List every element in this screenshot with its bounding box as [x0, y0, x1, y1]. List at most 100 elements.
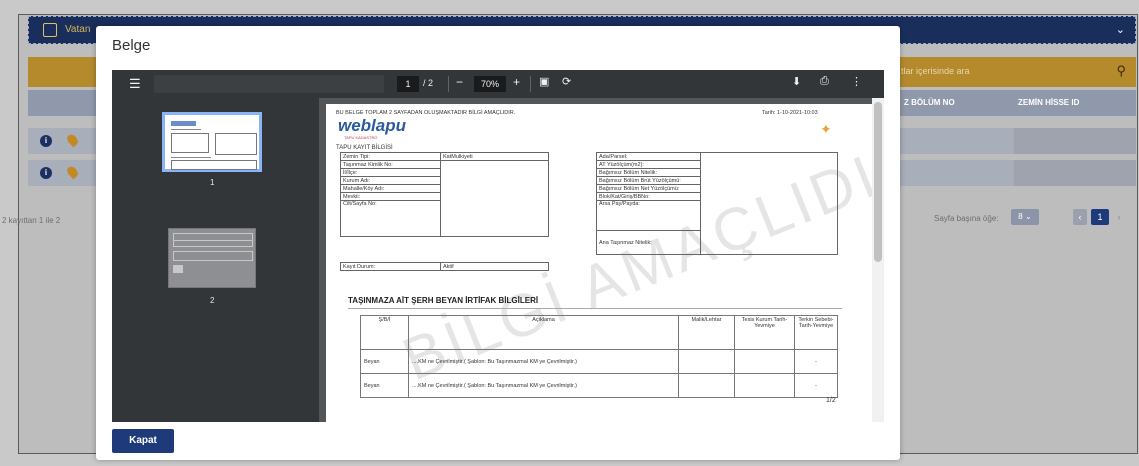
- location-pin-icon[interactable]: [65, 132, 80, 148]
- table-header-row: Ş/B/İ Açıklama Malik/Lehtar Tesis Kurum …: [360, 315, 838, 350]
- divider: [348, 308, 842, 309]
- row-tesis: [734, 349, 795, 374]
- record-count: 2 kayıttan 1 ile 2: [2, 216, 61, 225]
- field-label: Cilt/Sayfa No:: [340, 200, 441, 237]
- pdf-viewer: ☰ 1 / 2 − 70% + ▣ ⟳ ⬇ ⎙ ⋮ 1 2 BİLGİ AMAÇ…: [112, 70, 884, 422]
- field-row: Zemin Tipi: KatMulkiyeti: [340, 152, 549, 161]
- section-title: TAPU KAYIT BİLGİSİ: [336, 145, 393, 151]
- page-number-input[interactable]: 1: [397, 76, 419, 92]
- pdf-toolbar: ☰ 1 / 2 − 70% + ▣ ⟳ ⬇ ⎙ ⋮: [112, 70, 884, 98]
- info-icon[interactable]: i: [40, 167, 52, 179]
- field-label: Arsa Pay/Payda:: [596, 200, 701, 231]
- field-label: Taşınmaz Kimlik No:: [340, 160, 441, 169]
- more-options-icon[interactable]: ⋮: [851, 75, 862, 88]
- property-info-right: Ada/Parsel: AT Yüzölçüm(m2): Bağımsız Bö…: [596, 152, 838, 255]
- next-page-button[interactable]: ›: [1113, 209, 1125, 225]
- logo-subtitle: TAPU KADASTRO: [344, 135, 378, 140]
- ikb-table: Ş/B/İ Açıklama Malik/Lehtar Tesis Kurum …: [360, 315, 838, 398]
- zoom-in-icon[interactable]: +: [513, 75, 520, 89]
- field-value: KatMulkiyeti: [440, 152, 549, 161]
- field-label: Ada/Parsel:: [596, 152, 701, 161]
- prev-page-button[interactable]: ‹: [1073, 209, 1087, 225]
- col-aciklama: Açıklama: [408, 315, 679, 350]
- col-malik: Malik/Lehtar: [678, 315, 735, 350]
- page-total: / 2: [423, 78, 434, 88]
- thumbnail-sidebar: 1 2: [112, 98, 319, 422]
- column-header-bolum-no: Z BÖLÜM NO: [904, 98, 955, 107]
- thumbnail-label-1: 1: [210, 178, 215, 187]
- close-button[interactable]: Kapat: [112, 429, 174, 453]
- field-label: Bağımsız Bölüm Nitelik:: [596, 168, 701, 177]
- page-thumbnail-1[interactable]: [162, 112, 262, 172]
- row-terkin: -: [794, 373, 838, 398]
- field-label: Mevkii:: [340, 192, 441, 201]
- document-modal: Belge ☰ 1 / 2 − 70% + ▣ ⟳ ⬇ ⎙ ⋮ 1 2 BİLG…: [96, 26, 900, 460]
- zoom-level[interactable]: 70%: [474, 76, 506, 92]
- row-desc: ....KM ne Çevrilmiştir.( Şablon: Bu Taşı…: [408, 373, 679, 398]
- page-size-label: Sayfa başına öğe:: [934, 214, 999, 223]
- page-size-select[interactable]: 8 ⌄: [1011, 209, 1039, 225]
- ikb-title: TAŞINMAZA AİT ŞERH BEYAN İRTİFAK BİLGİLE…: [348, 296, 539, 305]
- download-icon[interactable]: ⬇: [792, 75, 801, 88]
- field-row: Ada/Parsel:: [596, 152, 838, 255]
- page-button-current[interactable]: 1: [1091, 209, 1109, 225]
- thumbnail-logo: [171, 121, 196, 126]
- checkbox-icon: [43, 23, 57, 37]
- row-malik: [678, 349, 735, 374]
- section-header-title: Vatan: [65, 24, 91, 35]
- rotate-icon[interactable]: ⟳: [562, 75, 571, 88]
- chevron-down-icon[interactable]: ⌄: [1116, 23, 1125, 36]
- thumbnail-label-2: 2: [210, 296, 215, 305]
- page-number: 1/2: [826, 397, 836, 404]
- field-row: Kayıt Durum: Aktif: [340, 262, 549, 271]
- weblapu-logo: weblapu: [338, 116, 407, 135]
- table-cell: [1014, 128, 1136, 154]
- field-label: Bağımsız Bölüm Brüt Yüzölçümü:: [596, 176, 701, 185]
- row-malik: [678, 373, 735, 398]
- field-label: Ana Taşınmaz Nitelik:: [596, 230, 701, 255]
- page-size-value: 8: [1018, 212, 1023, 221]
- record-status: Kayıt Durum: Aktif: [340, 262, 549, 271]
- menu-icon[interactable]: ☰: [129, 76, 141, 92]
- field-label: İl/İlçe:: [340, 168, 441, 177]
- field-label: Bağımsız Bölüm Net Yüzölçümü:: [596, 184, 701, 193]
- pdf-page: BİLGİ AMAÇLIDIR BU BELGE TOPLAM 2 SAYFAD…: [326, 104, 872, 422]
- app-root: { "background": { "header_title": "Vatan…: [0, 0, 1139, 466]
- toolbar-divider: [448, 76, 449, 92]
- field-label: Blok/Kat/Giriş/BBNo:: [596, 192, 701, 201]
- field-label: Zemin Tipi:: [340, 152, 441, 161]
- table-row: Beyan ....KM ne Çevrilmiştir.( Şablon: B…: [360, 349, 838, 374]
- modal-title: Belge: [112, 37, 151, 54]
- toolbar-divider: [530, 76, 531, 92]
- field-row: Taşınmaz Kimlik No:: [340, 160, 549, 237]
- print-icon[interactable]: ⎙: [820, 75, 829, 88]
- row-type: Beyan: [360, 349, 409, 374]
- document-date: Tarih: 1-10-2021-10:03: [762, 110, 818, 116]
- column-header-zemin-hisse-id: ZEMİN HİSSE ID: [1018, 98, 1080, 107]
- row-tesis: [734, 373, 795, 398]
- table-cell: [1014, 160, 1136, 186]
- row-type: Beyan: [360, 373, 409, 398]
- field-value: Aktif: [440, 262, 549, 271]
- search-icon[interactable]: ⚲: [1116, 63, 1126, 79]
- file-name-field: [154, 75, 384, 93]
- info-icon[interactable]: i: [40, 135, 52, 147]
- row-desc: ....KM ne Çevrilmiştir.( Şablon: Bu Taşı…: [408, 349, 679, 374]
- emblem-icon: ✦: [820, 121, 832, 137]
- row-terkin: -: [794, 349, 838, 374]
- scrollbar[interactable]: [872, 98, 884, 422]
- table-row: Beyan ....KM ne Çevrilmiştir.( Şablon: B…: [360, 373, 838, 398]
- field-label: AT Yüzölçüm(m2):: [596, 160, 701, 169]
- property-info-left: Zemin Tipi: KatMulkiyeti Taşınmaz Kimlik …: [340, 152, 549, 237]
- location-pin-icon[interactable]: [65, 164, 80, 180]
- field-label: Kurum Adı:: [340, 176, 441, 185]
- zoom-out-icon[interactable]: −: [456, 75, 463, 89]
- col-tesis: Tesis Kurum Tarih-Yevmiye: [734, 315, 795, 350]
- scrollbar-thumb[interactable]: [874, 102, 882, 262]
- page-thumbnail-2[interactable]: [168, 228, 256, 288]
- field-value: [440, 160, 549, 237]
- col-terkin: Terkin Sebebi-Tarih-Yevmiye: [794, 315, 838, 350]
- col-sbi: Ş/B/İ: [360, 315, 409, 350]
- fit-page-icon[interactable]: ▣: [539, 75, 549, 88]
- field-label: Mahalle/Köy Adı:: [340, 184, 441, 193]
